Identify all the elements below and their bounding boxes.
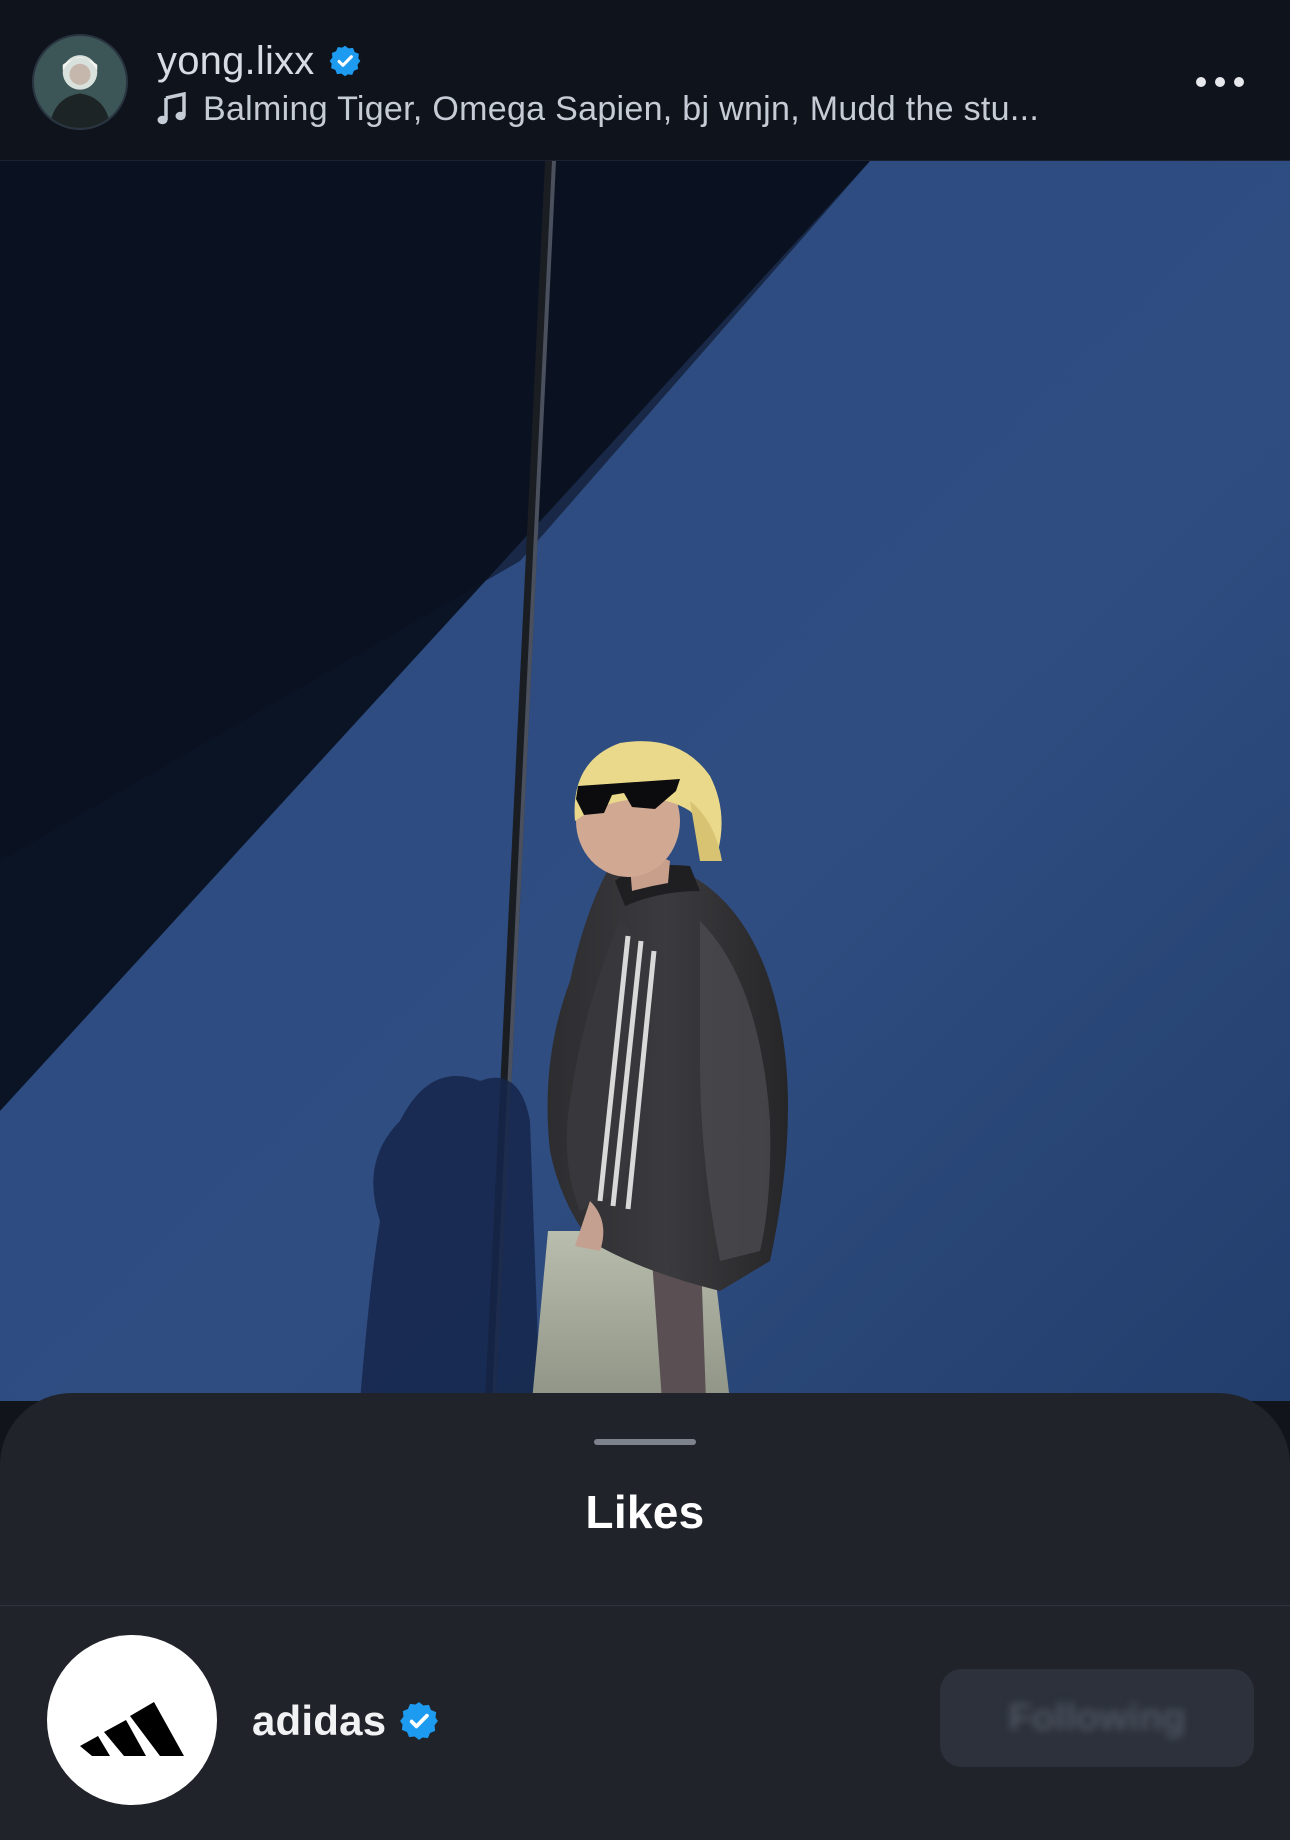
music-row[interactable]: Balming Tiger, Omega Sapien, bj wnjn, Mu… (157, 88, 1039, 130)
adidas-logo-icon (80, 1702, 184, 1756)
likes-sheet: Likes adidas Following (0, 1393, 1290, 1840)
post-header: yong.lixx Balming Tiger, Omega Sapien, b… (0, 0, 1290, 161)
like-username[interactable]: adidas (252, 1697, 386, 1745)
like-user-name-row: adidas (252, 1695, 440, 1747)
music-track-text: Balming Tiger, Omega Sapien, bj wnjn, Mu… (203, 89, 1040, 128)
username-row: yong.lixx (157, 36, 362, 86)
following-button[interactable]: Following (940, 1669, 1254, 1767)
post-username[interactable]: yong.lixx (157, 39, 314, 84)
more-options-icon (1196, 77, 1244, 87)
likes-sheet-title: Likes (585, 1486, 705, 1538)
post-photo[interactable] (0, 161, 1290, 1401)
following-button-label: Following (1008, 1696, 1186, 1739)
profile-avatar[interactable] (32, 34, 128, 130)
like-list-item[interactable]: adidas Following (0, 1635, 1290, 1805)
instagram-post-screen: yong.lixx Balming Tiger, Omega Sapien, b… (0, 0, 1290, 1840)
sheet-divider (0, 1605, 1290, 1606)
avatar-photo (34, 36, 126, 128)
music-note-icon (157, 92, 187, 126)
verified-badge-icon (398, 1700, 440, 1742)
more-options-button[interactable] (1190, 62, 1250, 102)
like-user-avatar[interactable] (47, 1635, 217, 1805)
sheet-drag-handle[interactable] (594, 1439, 696, 1445)
photo-illustration (0, 161, 1290, 1401)
verified-badge-icon (328, 44, 362, 78)
